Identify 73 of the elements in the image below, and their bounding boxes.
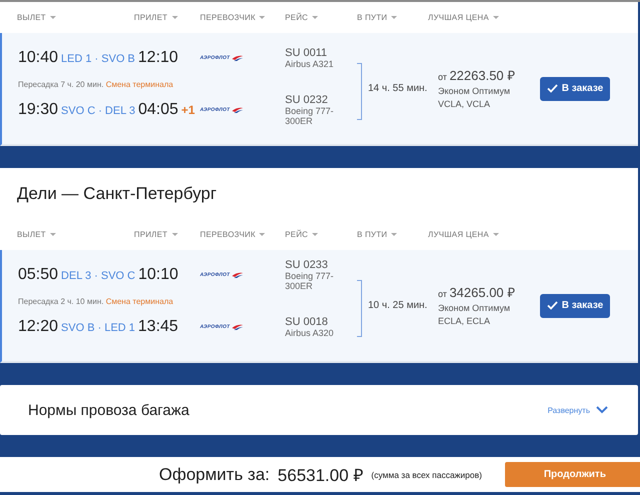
arrival-time: 13:45 [138, 318, 178, 336]
airport-codes: SVO B · LED 1 [61, 322, 136, 334]
bracket-line [357, 63, 362, 120]
transfer-note: Пересадка 2 ч. 10 мин. Смена терминала [18, 296, 174, 308]
airport-codes: DEL 3 · SVO C [61, 270, 136, 282]
column-header[interactable]: ПЕРЕВОЗЧИК [200, 13, 285, 22]
column-header[interactable]: ВЫЛЕТ [17, 230, 134, 239]
column-header[interactable]: РЕЙС [285, 230, 357, 239]
column-header[interactable]: РЕЙС [285, 13, 357, 22]
bracket-line [357, 280, 362, 337]
arrival-time: 10:10 [138, 266, 178, 284]
price-label: от 22263.50 ₽ [438, 67, 516, 85]
flight-number: SU 0018 [285, 316, 329, 328]
column-header[interactable]: ЛУЧШАЯ ЦЕНА [428, 230, 499, 239]
flight-number: SU 0011 [285, 47, 328, 59]
aircraft-type: Boeing 777-300ER [285, 106, 335, 126]
fare-name: Эконом Оптимум [438, 302, 512, 315]
check-icon [546, 84, 558, 93]
departure-time: 05:50 [18, 266, 58, 284]
column-header[interactable]: В ПУТИ [357, 13, 428, 22]
column-header[interactable]: ПЕРЕВОЗЧИК [200, 230, 285, 239]
sort-caret-icon [312, 16, 318, 19]
departure-time: 10:40 [18, 49, 58, 67]
total-duration: 14 ч. 55 мин. [368, 83, 428, 94]
wing-icon [232, 107, 243, 113]
transfer-note: Пересадка 7 ч. 20 мин. Смена терминала [18, 78, 174, 91]
fare-name: Эконом Оптимум [438, 85, 512, 98]
in-order-button[interactable]: В заказе [540, 294, 610, 318]
airport-codes: SVO C · DEL 3 [61, 105, 136, 117]
total-label: Оформить за: [159, 464, 270, 484]
route-title: Дели — Санкт-Петербург [16, 182, 218, 204]
sort-caret-icon [50, 16, 56, 19]
wing-icon [232, 272, 243, 278]
wing-icon [232, 324, 243, 330]
section-title: Нормы провоза багажа [28, 402, 190, 418]
aircraft-type: Airbus A320 [285, 328, 335, 338]
price-label: от 34265.00 ₽ [438, 284, 516, 302]
chevron-icon [596, 406, 608, 414]
total-note: (сумма за всех пассажиров) [371, 470, 482, 480]
total-price: 56531.00 ₽ [278, 465, 364, 486]
fare-codes: ECLA, ECLA [438, 315, 492, 328]
expand-link[interactable]: Развернуть [548, 406, 608, 414]
sort-caret-icon [172, 16, 178, 19]
column-header[interactable]: ПРИЛЕТ [134, 230, 200, 239]
sort-caret-icon [312, 233, 318, 236]
column-header[interactable]: ПРИЛЕТ [134, 13, 200, 22]
flight-number: SU 0233 [285, 259, 329, 271]
arrival-time: 04:05 [138, 101, 178, 119]
column-header[interactable]: В ПУТИ [357, 230, 428, 239]
airport-codes: LED 1 · SVO B [61, 53, 136, 65]
sort-caret-icon [259, 233, 266, 236]
column-header[interactable]: ВЫЛЕТ [17, 13, 134, 22]
sort-caret-icon [172, 233, 178, 236]
in-order-button[interactable]: В заказе [540, 76, 610, 100]
departure-time: 12:20 [18, 318, 58, 336]
sort-caret-icon [259, 16, 266, 19]
sort-caret-icon [492, 16, 499, 19]
fare-codes: VCLA, VCLA [438, 98, 492, 111]
aircraft-type: Boeing 777-300ER [285, 271, 335, 291]
column-header[interactable]: ЛУЧШАЯ ЦЕНА [428, 13, 499, 22]
sort-caret-icon [50, 233, 56, 236]
flight-number: SU 0232 [285, 94, 329, 106]
arrival-time: 12:10 [138, 49, 178, 67]
sort-caret-icon [391, 16, 398, 19]
wing-icon [232, 55, 243, 61]
total-duration: 10 ч. 25 мин. [368, 300, 428, 311]
continue-button[interactable]: Продолжить [504, 462, 640, 487]
aircraft-type: Airbus A321 [285, 59, 335, 69]
sort-caret-icon [492, 233, 499, 236]
sort-caret-icon [391, 233, 398, 236]
departure-time: 19:30 [18, 101, 58, 119]
check-icon [546, 301, 558, 310]
next-day-label: +1 [181, 103, 195, 117]
